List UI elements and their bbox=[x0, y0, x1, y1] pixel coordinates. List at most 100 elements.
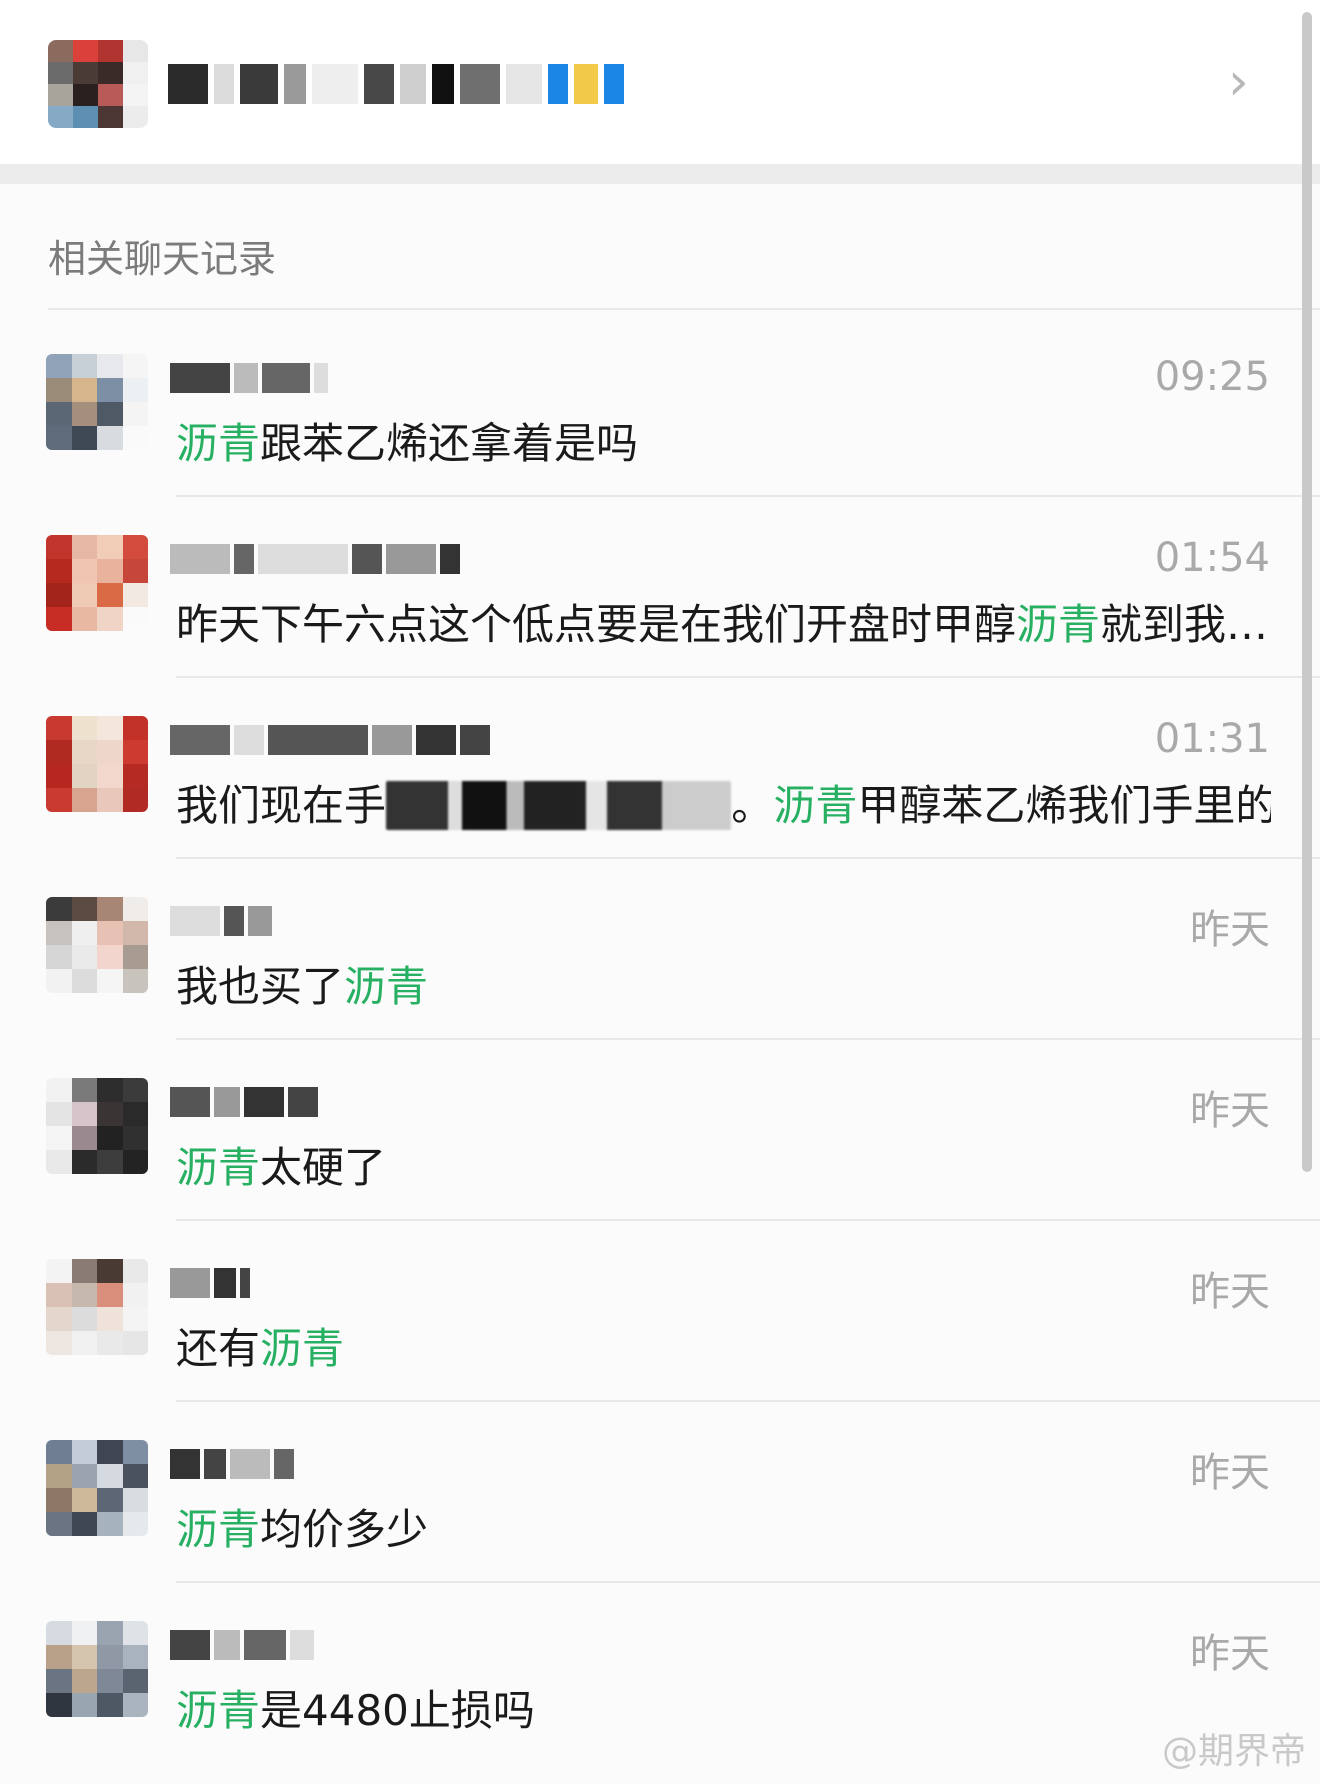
avatar-pixel bbox=[48, 40, 73, 62]
sender-name-blurred bbox=[170, 1082, 318, 1122]
name-mosaic-block bbox=[460, 725, 490, 755]
avatar-pixel bbox=[71, 426, 97, 450]
name-mosaic-block bbox=[372, 725, 412, 755]
avatar-pixel bbox=[97, 1512, 123, 1536]
message-text: 是4480止损吗 bbox=[260, 1686, 535, 1735]
name-mosaic-block bbox=[288, 1087, 318, 1117]
name-mosaic-block bbox=[274, 1449, 294, 1479]
name-mosaic-block bbox=[312, 64, 358, 104]
message-preview: 沥青是4480止损吗 bbox=[176, 1677, 1271, 1738]
avatar-pixel bbox=[98, 84, 123, 106]
avatar-pixel bbox=[123, 106, 148, 128]
avatar bbox=[46, 897, 148, 993]
message-text: 太硬了 bbox=[260, 1143, 387, 1192]
avatar-pixel bbox=[123, 84, 148, 106]
avatar-pixel bbox=[97, 1488, 123, 1512]
avatar-pixel bbox=[97, 1669, 123, 1693]
avatar-pixel bbox=[71, 1078, 97, 1102]
chat-record-row[interactable]: 09:25 沥青跟苯乙烯还拿着是吗 bbox=[0, 316, 1320, 497]
name-mosaic-block bbox=[400, 64, 426, 104]
avatar-pixel bbox=[98, 40, 123, 62]
contact-name-blurred bbox=[168, 62, 638, 106]
chat-record-row[interactable]: 昨天 沥青太硬了 bbox=[0, 1040, 1320, 1221]
avatar-pixel bbox=[122, 1669, 148, 1693]
avatar-pixel bbox=[71, 607, 97, 631]
message-text: 均价多少 bbox=[260, 1505, 429, 1554]
chat-record-row[interactable]: 昨天 沥青是4480止损吗 bbox=[0, 1583, 1320, 1764]
name-mosaic-block bbox=[262, 363, 310, 393]
avatar-pixel bbox=[122, 764, 148, 788]
avatar-pixel bbox=[97, 1464, 123, 1488]
avatar-pixel bbox=[122, 1283, 148, 1307]
message-text: 还有 bbox=[176, 1324, 261, 1373]
avatar-pixel bbox=[122, 1464, 148, 1488]
avatar-pixel bbox=[46, 426, 72, 450]
avatar-pixel bbox=[122, 583, 148, 607]
avatar-pixel bbox=[46, 945, 72, 969]
avatar-pixel bbox=[71, 1621, 97, 1645]
avatar-pixel bbox=[46, 1283, 72, 1307]
chat-record-row[interactable]: 01:31 我们现在手XXXXXXXXXXXX。沥青甲醇苯乙烯我们手里的品… bbox=[0, 678, 1320, 859]
keyword-highlight: 沥青 bbox=[260, 1324, 345, 1373]
avatar-pixel bbox=[97, 354, 123, 378]
avatar-pixel bbox=[122, 1621, 148, 1645]
avatar-pixel bbox=[46, 1307, 72, 1331]
avatar-pixel bbox=[46, 1512, 72, 1536]
avatar-pixel bbox=[46, 716, 72, 740]
avatar-pixel bbox=[73, 62, 98, 84]
scrollbar[interactable] bbox=[1302, 12, 1312, 1172]
avatar-pixel bbox=[97, 1078, 123, 1102]
avatar-pixel bbox=[97, 1621, 123, 1645]
avatar-pixel bbox=[97, 969, 123, 993]
avatar-pixel bbox=[122, 788, 148, 812]
keyword-highlight: 沥青 bbox=[176, 1505, 261, 1554]
avatar-pixel bbox=[122, 945, 148, 969]
name-mosaic-block bbox=[234, 544, 254, 574]
avatar-pixel bbox=[71, 740, 97, 764]
avatar-pixel bbox=[97, 1126, 123, 1150]
contact-header[interactable]: › bbox=[0, 0, 1320, 164]
avatar-pixel bbox=[122, 897, 148, 921]
message-preview: 我也买了沥青 bbox=[176, 953, 1271, 1014]
keyword-highlight: 沥青 bbox=[176, 1686, 261, 1735]
message-text: 。 bbox=[731, 781, 774, 830]
name-mosaic-block bbox=[364, 64, 394, 104]
avatar-pixel bbox=[97, 1331, 123, 1355]
avatar-pixel bbox=[122, 559, 148, 583]
avatar-pixel bbox=[46, 378, 72, 402]
name-mosaic-block bbox=[548, 64, 568, 104]
avatar-pixel bbox=[46, 1621, 72, 1645]
avatar bbox=[46, 1078, 148, 1174]
name-mosaic-block bbox=[268, 725, 368, 755]
avatar-pixel bbox=[97, 378, 123, 402]
message-time: 01:31 bbox=[1154, 716, 1270, 762]
avatar-pixel bbox=[97, 788, 123, 812]
weibo-watermark: @期界帝 bbox=[1161, 1731, 1306, 1772]
name-mosaic-block bbox=[244, 1087, 284, 1117]
message-time: 昨天 bbox=[1190, 1450, 1270, 1496]
chat-record-row[interactable]: 昨天 我也买了沥青 bbox=[0, 859, 1320, 1040]
name-mosaic-block bbox=[170, 1630, 210, 1660]
avatar-pixel bbox=[46, 402, 72, 426]
chat-record-row[interactable]: 昨天 还有沥青 bbox=[0, 1221, 1320, 1402]
avatar-pixel bbox=[46, 354, 72, 378]
avatar-pixel bbox=[122, 354, 148, 378]
sender-name-blurred bbox=[170, 1263, 250, 1303]
avatar-pixel bbox=[97, 921, 123, 945]
sender-name-blurred bbox=[170, 1444, 294, 1484]
name-mosaic-block bbox=[290, 1630, 314, 1660]
avatar-pixel bbox=[71, 1150, 97, 1174]
name-mosaic-block bbox=[240, 64, 278, 104]
avatar-pixel bbox=[46, 921, 72, 945]
avatar-pixel bbox=[122, 1126, 148, 1150]
name-mosaic-block bbox=[168, 64, 208, 104]
avatar-pixel bbox=[73, 84, 98, 106]
avatar-pixel bbox=[122, 402, 148, 426]
chat-record-row[interactable]: 昨天沥青均价多少 bbox=[0, 1402, 1320, 1583]
avatar-pixel bbox=[97, 1693, 123, 1717]
avatar bbox=[46, 716, 148, 812]
chat-record-row[interactable]: 01:54 昨天下午六点这个低点要是在我们开盘时甲醇沥青就到我… bbox=[0, 497, 1320, 678]
name-mosaic-block bbox=[204, 1449, 226, 1479]
avatar-pixel bbox=[46, 740, 72, 764]
contact-avatar bbox=[48, 40, 148, 128]
